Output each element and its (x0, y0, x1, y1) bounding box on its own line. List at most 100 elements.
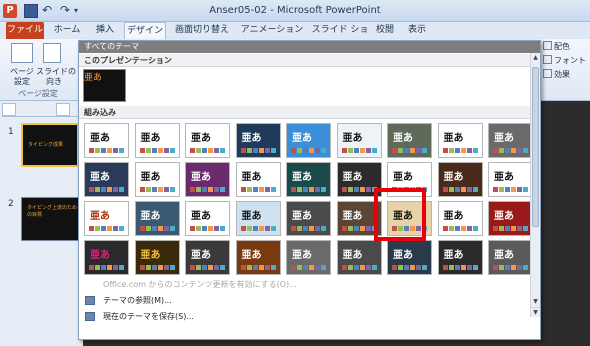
theme-thumbnail[interactable]: 亜あ (437, 201, 483, 236)
theme-color-swatches (442, 265, 479, 270)
pane-tabs (2, 103, 78, 117)
theme-effects-button[interactable]: 効果 (543, 69, 570, 80)
slide-orientation-icon[interactable] (43, 43, 61, 63)
slide-number: 1 (8, 127, 14, 137)
theme-thumbnail[interactable]: 亜あ (84, 123, 129, 158)
save-theme-icon (85, 312, 95, 321)
theme-sample-glyph: 亜あ (393, 250, 413, 261)
theme-color-swatches (493, 187, 529, 192)
theme-thumbnail[interactable]: 亜あ (185, 201, 230, 236)
scroll-up-icon[interactable]: ▲ (531, 53, 540, 63)
theme-sample-glyph: 亜あ (140, 172, 161, 183)
theme-sample-glyph: 亜あ (191, 172, 211, 183)
outline-tab[interactable] (56, 103, 70, 116)
tab-review[interactable]: 校閲 (370, 22, 400, 39)
theme-color-swatches (240, 265, 277, 270)
page-setup-button-label[interactable]: ページ 設定 (4, 67, 40, 87)
slide-orientation-button-label[interactable]: スライドの 向き (36, 67, 76, 87)
theme-color-swatches (291, 187, 327, 192)
theme-sample-glyph: 亜あ (342, 250, 363, 261)
theme-color-swatches (442, 187, 479, 192)
theme-color-swatches (291, 148, 327, 153)
theme-color-swatches (341, 187, 378, 192)
theme-sample-glyph: 亜あ (342, 172, 363, 183)
theme-sample-glyph: 亜あ (494, 250, 514, 261)
slide-thumbnail-1[interactable]: タイピング成果 (21, 123, 79, 167)
slides-tab[interactable] (2, 103, 16, 116)
tab-view[interactable]: 表示 (402, 22, 432, 39)
folder-icon (85, 296, 95, 305)
theme-fonts-button[interactable]: フォント (543, 55, 586, 66)
theme-thumbnail[interactable]: 亜あ (84, 201, 129, 236)
theme-sample-glyph: 亜あ (342, 211, 363, 222)
theme-thumbnail[interactable]: 亜あ (235, 123, 281, 158)
theme-thumbnail[interactable]: 亜あ (437, 123, 483, 158)
theme-thumbnail[interactable]: 亜あ (235, 240, 281, 275)
theme-thumbnail[interactable]: 亜あ (134, 162, 180, 197)
tab-animations[interactable]: アニメーション (238, 22, 306, 39)
theme-thumbnail[interactable]: 亜あ (437, 240, 483, 275)
slide-thumbnail-2[interactable]: タイピング上達のための目標 (21, 197, 79, 241)
theme-thumbnail[interactable]: 亜あ (286, 123, 331, 158)
theme-thumbnail[interactable]: 亜あ (286, 240, 331, 275)
theme-thumbnail[interactable]: 亜あ (134, 201, 180, 236)
tab-transitions[interactable]: 画面切り替え (170, 22, 234, 39)
tab-slideshow[interactable]: スライド ショー (310, 22, 370, 51)
theme-sample-glyph: 亜あ (292, 211, 312, 222)
colors-icon (543, 41, 552, 50)
scroll-down-icon[interactable]: ▼ (531, 297, 540, 307)
theme-thumbnail[interactable]: 亜あ (286, 201, 331, 236)
theme-thumbnail[interactable]: 亜あ (84, 162, 129, 197)
theme-sample-glyph: 亜あ (90, 211, 110, 222)
theme-thumbnail[interactable]: 亜あ (387, 240, 432, 275)
theme-thumbnail[interactable]: 亜あ (488, 240, 533, 275)
theme-thumbnail[interactable]: 亜あ (185, 162, 230, 197)
effects-icon (543, 69, 552, 78)
theme-gallery-dropdown: すべてのテーマ このプレゼンテーション 亜あ 組み込み 亜あ 亜あ 亜あ 亜あ 亜あ 亜あ… (78, 40, 541, 340)
theme-thumbnail[interactable]: 亜あ (235, 201, 281, 236)
theme-sample-glyph: 亜あ (443, 250, 464, 261)
theme-thumbnail[interactable]: 亜あ (336, 123, 382, 158)
fonts-icon (543, 55, 552, 64)
slide-thumbnail-pane: 1 タイピング成果 2 タイピング上達のための目標 (0, 101, 83, 346)
theme-color-swatches (89, 265, 125, 270)
theme-color-swatches (392, 148, 428, 153)
theme-thumbnail[interactable]: 亜あ (134, 240, 180, 275)
section-builtin: 組み込み (79, 106, 530, 119)
menu-browse-themes[interactable]: テーマの参照(M)... (79, 293, 530, 308)
gallery-scrollbar[interactable]: ▲ ▼ ▼ (530, 53, 540, 317)
page-setup-icon[interactable] (11, 43, 33, 63)
theme-thumbnail[interactable]: 亜あ (84, 240, 129, 275)
tab-file[interactable]: ファイル (6, 22, 44, 39)
theme-sample-glyph: 亜あ (443, 172, 464, 183)
gallery-more-icon[interactable]: ▼ (531, 307, 540, 317)
theme-thumbnail[interactable]: 亜あ (437, 162, 483, 197)
theme-thumbnail[interactable]: 亜あ (488, 123, 533, 158)
theme-color-swatches (442, 226, 479, 231)
theme-thumbnail[interactable]: 亜あ (488, 201, 533, 236)
theme-thumbnail[interactable]: 亜あ (336, 240, 382, 275)
theme-sample-glyph: 亜あ (292, 133, 312, 144)
theme-colors-button[interactable]: 配色 (543, 41, 570, 52)
theme-current[interactable]: 亜あ (83, 69, 126, 102)
theme-thumbnail[interactable]: 亜あ (387, 123, 432, 158)
tab-insert[interactable]: 挿入 (90, 22, 120, 39)
theme-thumbnail[interactable]: 亜あ (286, 162, 331, 197)
tab-design[interactable]: デザイン (124, 22, 166, 39)
tab-home[interactable]: ホーム (48, 22, 86, 39)
theme-color-swatches (89, 148, 125, 153)
theme-sample-glyph: 亜あ (342, 133, 363, 144)
theme-sample-glyph: 亜あ (393, 172, 413, 183)
theme-color-swatches (190, 148, 226, 153)
theme-thumbnail[interactable]: 亜あ (488, 162, 533, 197)
theme-sample-glyph: 亜あ (191, 133, 211, 144)
theme-thumbnail[interactable]: 亜あ (235, 162, 281, 197)
theme-thumbnail[interactable]: 亜あ (134, 123, 180, 158)
theme-sample-glyph: 亜あ (90, 172, 110, 183)
theme-thumbnail[interactable]: 亜あ (185, 123, 230, 158)
scroll-thumb[interactable] (532, 67, 539, 227)
theme-thumbnail[interactable]: 亜あ (185, 240, 230, 275)
slide-number: 2 (8, 199, 14, 209)
menu-save-theme[interactable]: 現在のテーマを保存(S)... (79, 309, 530, 324)
menu-enable-updates: Office.com からのコンテンツ更新を有効にする(O)... (103, 280, 297, 289)
